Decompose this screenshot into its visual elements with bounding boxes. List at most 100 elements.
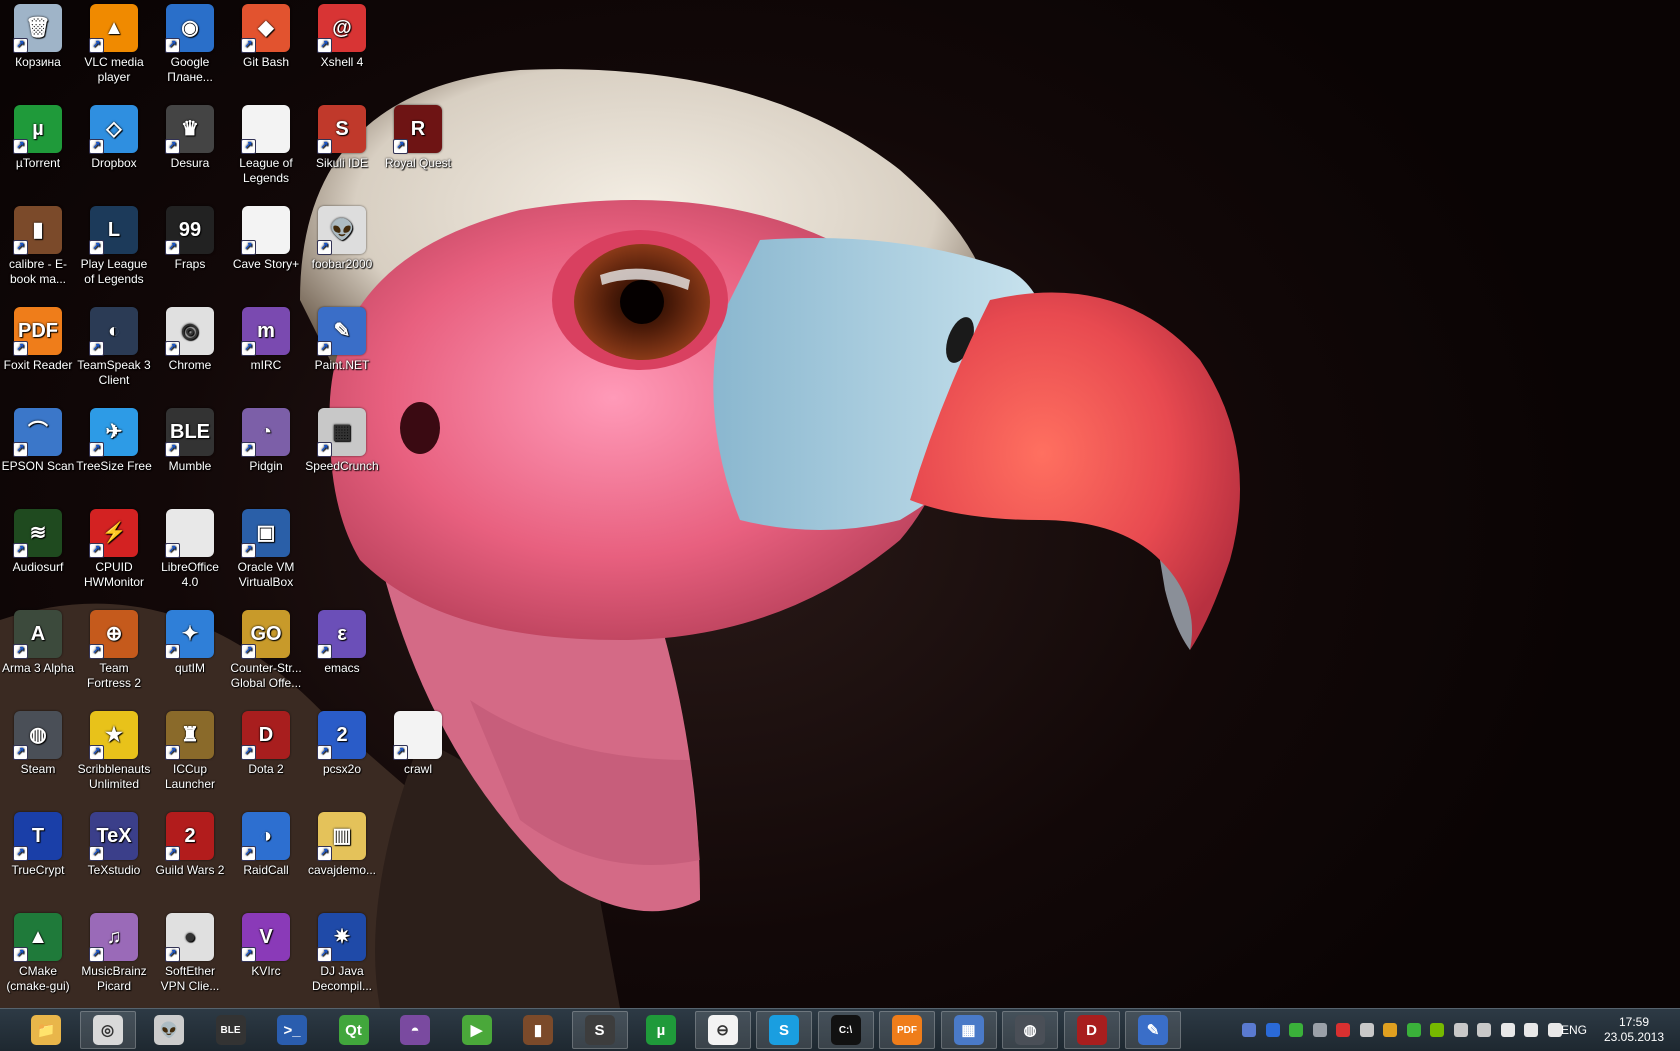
desktop-icon[interactable]: ↗ League of Legends — [228, 103, 304, 186]
desktop-icon[interactable]: ◔ ↗ Pidgin — [228, 406, 304, 474]
desktop-icon[interactable]: 2 ↗ Guild Wars 2 — [152, 810, 228, 878]
desktop-icon[interactable]: ▲ ↗ VLC media player — [76, 2, 152, 85]
shortcut-arrow-icon: ↗ — [241, 38, 256, 53]
update-icon[interactable] — [1406, 1023, 1421, 1037]
desktop-icon-label: Fraps — [174, 257, 206, 271]
nvidia-icon[interactable] — [1430, 1023, 1444, 1037]
desktop-icon[interactable]: ⚡ ↗ CPUID HWMonitor — [76, 507, 152, 590]
desktop-icon[interactable]: ♛ ↗ Desura — [152, 103, 228, 171]
xshell-icon: @ ↗ — [317, 4, 366, 53]
desktop-icon[interactable]: PDF ↗ Foxit Reader — [0, 305, 76, 373]
desktop-icon-label: Sikuli IDE — [315, 156, 368, 170]
clock-date: 23.05.2013 — [1603, 1030, 1665, 1044]
desktop-icon[interactable]: ⊕ ↗ Team Fortress 2 — [76, 608, 152, 691]
desktop-icon[interactable]: ≋ ↗ Audiosurf — [0, 507, 76, 575]
desktop-icon[interactable]: ε ↗ emacs — [304, 608, 380, 676]
security-icon[interactable] — [1265, 1023, 1280, 1037]
desktop-icon[interactable]: ▥ ↗ cavajdemo... — [304, 810, 380, 878]
steam-tray-icon[interactable] — [1312, 1023, 1327, 1037]
desktop-icon-grid: 🗑 ↗ Корзина µ ↗ µTorrent ▮ ↗ calibre - E-book ma… — [0, 0, 451, 1008]
desktop-icon[interactable]: ◆ ↗ Git Bash — [228, 2, 304, 70]
desktop-icon[interactable]: ◇ ↗ Dropbox — [76, 103, 152, 171]
desktop-icon[interactable]: ◍ ↗ Steam — [0, 709, 76, 777]
weather-icon[interactable] — [1383, 1023, 1397, 1037]
desktop-icon[interactable]: ⌒ ↗ EPSON Scan — [0, 406, 76, 474]
desktop-icon[interactable]: GO ↗ Counter-Str... Global Offe... — [228, 608, 304, 691]
network-icon[interactable] — [1524, 1023, 1538, 1037]
desktop-icon[interactable]: ● ↗ SoftEther VPN Clie... — [152, 911, 228, 994]
shortcut-arrow-icon: ↗ — [241, 644, 256, 659]
desktop-icon[interactable]: V ↗ KVIrc — [228, 911, 304, 979]
desktop-icon[interactable]: ↗ crawl — [380, 709, 456, 777]
desktop-icon[interactable]: @ ↗ Xshell 4 — [304, 2, 380, 70]
vlc-icon: ▲ ↗ — [89, 4, 138, 53]
desktop-icon-label: RaidCall — [243, 863, 289, 877]
recycle-bin-icon: 🗑 ↗ — [13, 4, 62, 53]
desktop-icon-label: Audiosurf — [12, 560, 64, 574]
desktop-icon-label: TeamSpeak 3 Client — [77, 358, 151, 387]
desktop-icon[interactable]: ✷ ↗ DJ Java Decompil... — [304, 911, 380, 994]
shortcut-arrow-icon: ↗ — [165, 947, 180, 962]
network-app-icon[interactable] — [1242, 1023, 1256, 1037]
desktop-icon[interactable]: ↗ Cave Story+ — [228, 204, 304, 272]
shortcut-arrow-icon: ↗ — [241, 139, 256, 154]
flag-icon[interactable] — [1500, 1023, 1515, 1037]
shield-icon[interactable] — [1289, 1023, 1303, 1037]
desktop-icon-label: MusicBrainz Picard — [81, 964, 147, 993]
desktop-icon[interactable]: A ↗ Arma 3 Alpha — [0, 608, 76, 676]
desktop-icon[interactable]: 👽 ↗ foobar2000 — [304, 204, 380, 272]
epson-icon: ⌒ ↗ — [13, 408, 62, 457]
os-icon[interactable] — [1336, 1023, 1350, 1037]
desktop-icon[interactable]: ◑ ↗ RaidCall — [228, 810, 304, 878]
desktop-icon[interactable]: ◎ ↗ Chrome — [152, 305, 228, 373]
desktop-icon[interactable]: ✈ ↗ TreeSize Free — [76, 406, 152, 474]
desktop-icon[interactable]: R ↗ Royal Quest — [380, 103, 456, 171]
desktop-icon-label: KVIrc — [251, 964, 281, 978]
desktop-icon[interactable]: L ↗ Play League of Legends — [76, 204, 152, 287]
desktop-icon[interactable]: m ↗ mIRC — [228, 305, 304, 373]
desktop-icon[interactable]: ◉ ↗ Google Плане... — [152, 2, 228, 85]
desktop-icon[interactable]: D ↗ Dota 2 — [228, 709, 304, 777]
speedcrunch-icon: ▦ ↗ — [317, 408, 366, 457]
chrome-icon: ◎ ↗ — [165, 307, 214, 356]
desktop-icon[interactable]: T ↗ TrueCrypt — [0, 810, 76, 878]
desktop-icon[interactable]: ♜ ↗ ICCup Launcher — [152, 709, 228, 792]
folder-zip-icon: ▥ ↗ — [317, 812, 366, 861]
desktop-icon[interactable]: ✎ ↗ Paint.NET — [304, 305, 380, 373]
desktop-icon[interactable]: ♫ ↗ MusicBrainz Picard — [76, 911, 152, 994]
desktop-icon[interactable]: BLE ↗ Mumble — [152, 406, 228, 474]
desktop-icon[interactable]: ◐ ↗ TeamSpeak 3 Client — [76, 305, 152, 388]
clock[interactable]: 17:59 23.05.2013 — [1594, 1015, 1674, 1045]
desktop-icon[interactable]: ▦ ↗ SpeedCrunch — [304, 406, 380, 474]
emacs-icon: ε ↗ — [317, 610, 366, 659]
desktop-icon[interactable]: 🗑 ↗ Корзина — [0, 2, 76, 70]
desktop-icon-label: crawl — [403, 762, 432, 776]
desktop-icon[interactable]: ↗ LibreOffice 4.0 — [152, 507, 228, 590]
softether-icon: ● ↗ — [165, 913, 214, 962]
desktop-icon[interactable]: S ↗ Sikuli IDE — [304, 103, 380, 171]
desktop-icon[interactable]: ▮ ↗ calibre - E-book ma... — [0, 204, 76, 287]
desktop-icon-label: Dropbox — [91, 156, 137, 170]
brush-icon[interactable] — [1477, 1023, 1491, 1037]
desktop-icon[interactable]: ▲ ↗ CMake (cmake-gui) — [0, 911, 76, 994]
language-indicator[interactable]: ENG — [1561, 1023, 1587, 1037]
desktop-icon-label: League of Legends — [239, 156, 293, 185]
desktop-icon[interactable]: 99 ↗ Fraps — [152, 204, 228, 272]
gear-icon[interactable] — [1359, 1023, 1374, 1037]
desktop-icon[interactable]: ★ ↗ Scribblenauts Unlimited — [76, 709, 152, 792]
shortcut-arrow-icon: ↗ — [165, 442, 180, 457]
shortcut-arrow-icon: ↗ — [13, 240, 28, 255]
desktop-icon[interactable]: µ ↗ µTorrent — [0, 103, 76, 171]
desktop-icon[interactable]: ✦ ↗ qutIM — [152, 608, 228, 676]
volume-icon[interactable] — [1547, 1023, 1562, 1037]
display-icon[interactable] — [1453, 1023, 1468, 1037]
shortcut-arrow-icon: ↗ — [89, 846, 104, 861]
desktop-icon[interactable]: TeX ↗ TeXstudio — [76, 810, 152, 878]
pidgin-icon: ◔ ↗ — [241, 408, 290, 457]
desktop-icon[interactable]: ▣ ↗ Oracle VM VirtualBox — [228, 507, 304, 590]
desktop-icon-label: pcsx2o — [322, 762, 362, 776]
desktop-icon-label: emacs — [324, 661, 360, 675]
shortcut-arrow-icon: ↗ — [241, 442, 256, 457]
clock-time: 17:59 — [1618, 1015, 1650, 1029]
desktop-icon[interactable]: 2 ↗ pcsx2o — [304, 709, 380, 777]
